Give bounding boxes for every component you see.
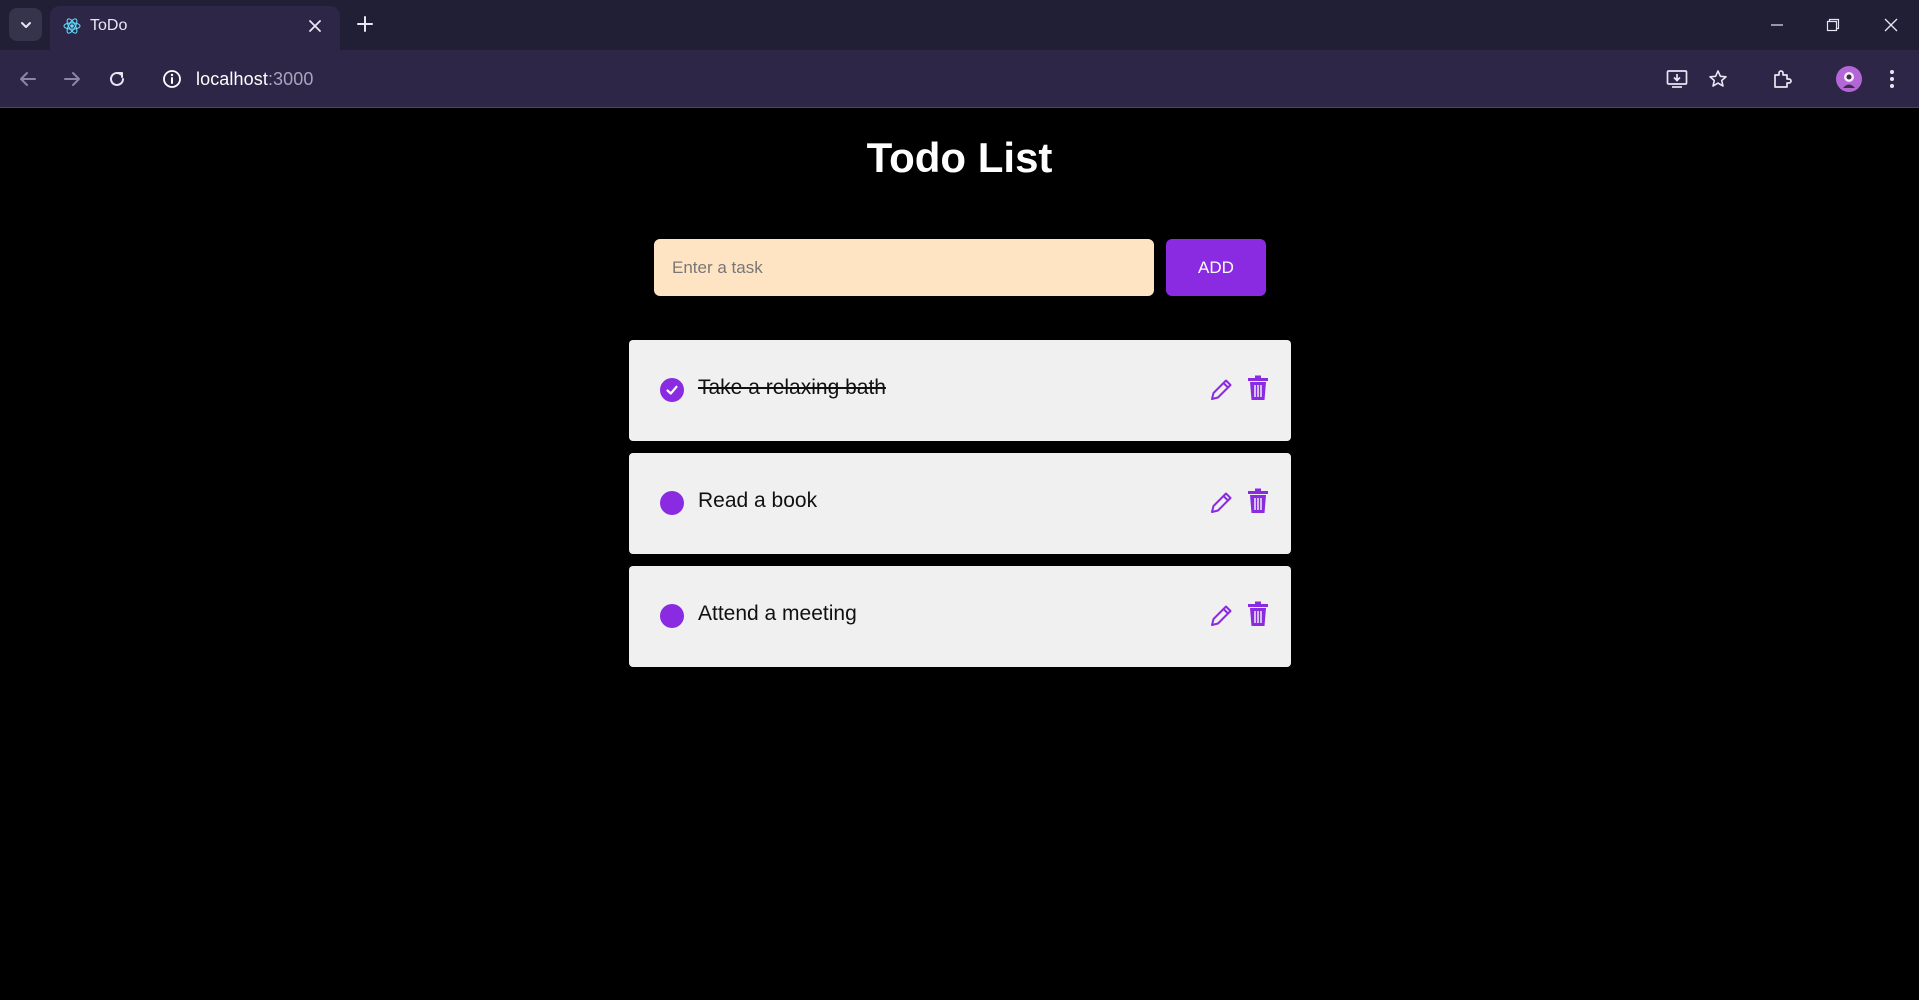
todo-page: Todo List ADD Take a relaxing bath Read … xyxy=(0,109,1919,1000)
new-tab-button[interactable] xyxy=(352,11,378,37)
address-bar[interactable]: localhost:3000 xyxy=(152,58,1652,100)
pencil-icon xyxy=(1211,605,1232,626)
arrow-right-icon xyxy=(64,72,80,86)
tab-strip: ToDo xyxy=(0,0,1919,50)
page-title: Todo List xyxy=(866,134,1053,181)
url-host: localhost xyxy=(196,69,268,89)
check-icon xyxy=(666,385,678,395)
tab-close-button[interactable] xyxy=(304,15,326,37)
minimize-icon xyxy=(1771,24,1783,26)
plus-icon xyxy=(357,16,373,32)
install-icon xyxy=(1666,70,1688,88)
complete-toggle[interactable] xyxy=(660,378,684,402)
trash-icon xyxy=(1248,601,1268,626)
info-icon[interactable] xyxy=(162,69,182,89)
arrow-left-icon xyxy=(20,72,36,86)
back-button[interactable] xyxy=(13,64,43,94)
browser-tab[interactable]: ToDo xyxy=(50,6,340,50)
url-text: localhost:3000 xyxy=(196,69,314,90)
delete-button[interactable] xyxy=(1246,373,1270,403)
browser-toolbar: localhost:3000 xyxy=(0,50,1919,108)
delete-button[interactable] xyxy=(1246,486,1270,516)
avatar-icon xyxy=(1843,72,1855,88)
install-app-button[interactable] xyxy=(1662,64,1692,94)
extensions-button[interactable] xyxy=(1767,64,1797,94)
trash-icon xyxy=(1248,375,1268,400)
todo-text: Take a relaxing bath xyxy=(698,376,886,399)
minimize-button[interactable] xyxy=(1762,10,1792,40)
trash-icon xyxy=(1248,488,1268,513)
complete-toggle[interactable] xyxy=(660,491,684,515)
restore-icon xyxy=(1826,18,1840,32)
close-icon xyxy=(309,20,321,32)
complete-toggle[interactable] xyxy=(660,604,684,628)
edit-button[interactable] xyxy=(1207,488,1235,518)
pencil-icon xyxy=(1211,379,1232,400)
menu-button[interactable] xyxy=(1877,64,1907,94)
react-icon xyxy=(63,18,81,34)
forward-button[interactable] xyxy=(57,64,87,94)
close-icon xyxy=(1884,18,1898,32)
todo-item: Read a book xyxy=(629,453,1291,554)
task-input[interactable] xyxy=(654,239,1154,296)
pencil-icon xyxy=(1211,492,1232,513)
reload-icon xyxy=(110,71,124,86)
edit-button[interactable] xyxy=(1207,601,1235,631)
reload-button[interactable] xyxy=(102,64,132,94)
chevron-down-icon xyxy=(20,21,31,28)
profile-avatar[interactable] xyxy=(1836,66,1862,92)
todo-list: Take a relaxing bath Read a book Attend … xyxy=(629,340,1291,679)
puzzle-icon xyxy=(1774,70,1792,88)
edit-button[interactable] xyxy=(1207,375,1235,405)
tab-title: ToDo xyxy=(90,17,128,34)
delete-button[interactable] xyxy=(1246,599,1270,629)
todo-text: Read a book xyxy=(698,489,818,512)
url-port: :3000 xyxy=(267,69,314,89)
close-window-button[interactable] xyxy=(1876,10,1906,40)
todo-item: Take a relaxing bath xyxy=(629,340,1291,441)
tab-search-button[interactable] xyxy=(9,8,42,41)
todo-text: Attend a meeting xyxy=(698,602,857,625)
bookmark-button[interactable] xyxy=(1703,64,1733,94)
more-vert-icon xyxy=(1890,70,1894,88)
add-task-button[interactable]: ADD xyxy=(1166,239,1266,296)
todo-item: Attend a meeting xyxy=(629,566,1291,667)
star-icon xyxy=(1709,70,1727,87)
restore-button[interactable] xyxy=(1818,10,1848,40)
